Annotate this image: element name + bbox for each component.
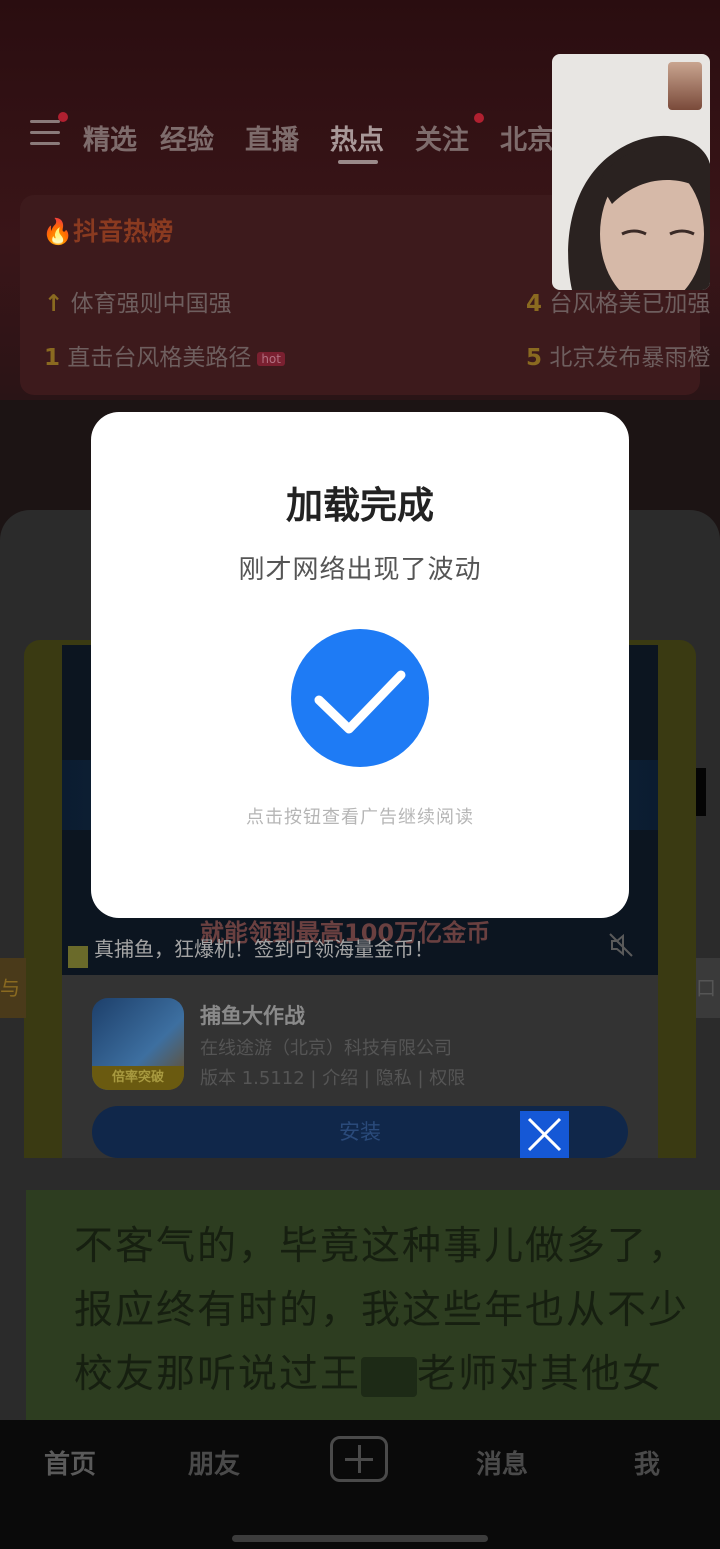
fire-icon: 🔥 xyxy=(42,217,74,246)
pip-self-view[interactable] xyxy=(668,62,702,110)
hot-item[interactable]: 5 北京发布暴雨橙 xyxy=(526,338,710,372)
hot-badge: hot xyxy=(257,351,285,366)
create-plus-icon[interactable] xyxy=(330,1436,388,1482)
active-tab-indicator xyxy=(338,160,378,164)
tab-beijing[interactable]: 北京 xyxy=(500,118,554,157)
notification-dot xyxy=(58,112,68,122)
hot-item[interactable]: 1 直击台风格美路径 hot xyxy=(44,338,285,372)
app-meta[interactable]: 版本 1.5112 | 介绍 | 隐私 | 权限 xyxy=(200,1064,465,1090)
app-icon[interactable]: 倍率突破 xyxy=(92,998,184,1090)
close-icon[interactable] xyxy=(520,1111,569,1158)
tab-featured[interactable]: 精选 xyxy=(83,118,137,157)
ad-caption: 真捕鱼，狂爆机！签到可领海量金币！ xyxy=(94,937,434,961)
tab-trending[interactable]: 热点 xyxy=(330,118,384,157)
following-dot xyxy=(474,113,484,123)
nav-me[interactable]: 我 xyxy=(634,1444,660,1481)
menu-icon[interactable] xyxy=(30,120,60,148)
blurred-name xyxy=(361,1356,418,1397)
dialog-hint: 点击按钮查看广告继续阅读 xyxy=(246,807,474,828)
side-tag-left[interactable]: 与 xyxy=(0,958,26,1018)
check-icon[interactable] xyxy=(291,629,429,767)
app-icon-tag: 倍率突破 xyxy=(92,1066,184,1090)
hot-list-title: 🔥抖音热榜 xyxy=(42,217,174,246)
side-tag-right[interactable]: 口 xyxy=(696,958,720,1018)
dialog-subtitle: 刚才网络出现了波动 xyxy=(238,555,482,585)
tab-live[interactable]: 直播 xyxy=(245,118,299,157)
ad-caption-icon xyxy=(68,946,88,968)
app-name: 捕鱼大作战 xyxy=(200,1004,305,1028)
home-indicator xyxy=(232,1535,488,1542)
tab-following[interactable]: 关注 xyxy=(415,118,469,157)
dialog-title: 加载完成 xyxy=(286,484,434,527)
nav-messages[interactable]: 消息 xyxy=(476,1444,528,1481)
side-strip xyxy=(696,768,706,816)
app-company: 在线途游（北京）科技有限公司 xyxy=(200,1038,452,1059)
hot-item[interactable]: ↑ 体育强则中国强 xyxy=(44,284,232,318)
tab-experience[interactable]: 经验 xyxy=(160,118,214,157)
nav-home[interactable]: 首页 xyxy=(44,1444,96,1481)
nav-friends[interactable]: 朋友 xyxy=(188,1444,240,1481)
reader-text: 不客气的，毕竟这种事儿做多了， 报应终有时的，我这些年也从不少 校友那听说过王老… xyxy=(74,1224,690,1397)
mute-icon[interactable] xyxy=(606,930,636,960)
